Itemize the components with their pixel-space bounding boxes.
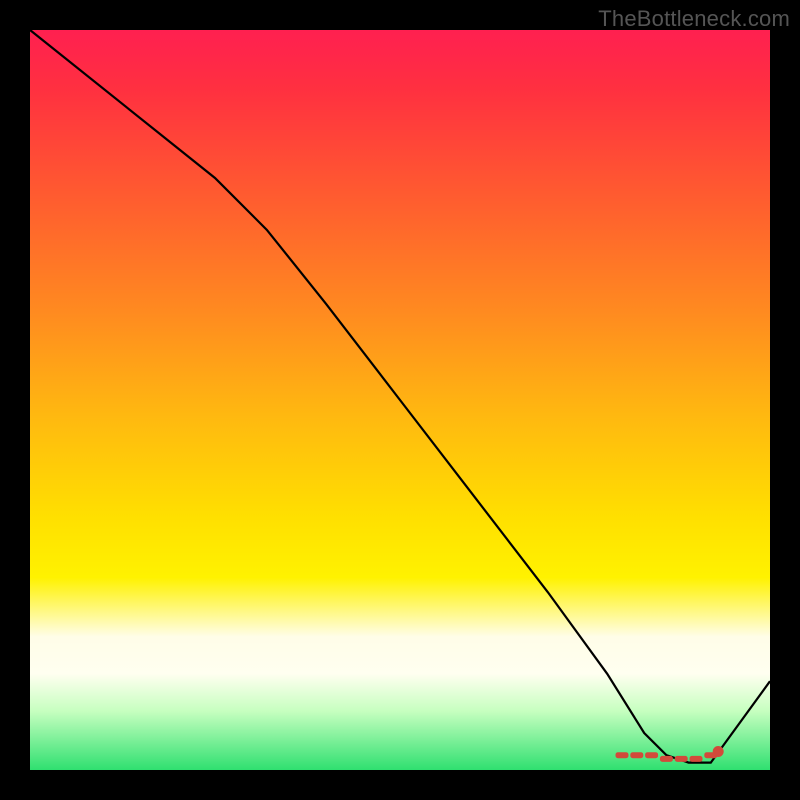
plot-area bbox=[30, 30, 770, 770]
optimal-marker-tail bbox=[713, 747, 723, 757]
optimal-marker bbox=[690, 756, 702, 761]
optimal-marker bbox=[675, 756, 687, 761]
optimal-marker bbox=[646, 753, 658, 758]
optimal-marker bbox=[616, 753, 628, 758]
attribution-label: TheBottleneck.com bbox=[598, 6, 790, 32]
optimal-marker bbox=[660, 756, 672, 761]
optimal-marker bbox=[631, 753, 643, 758]
optimal-range-markers bbox=[616, 747, 723, 762]
chart-frame: TheBottleneck.com bbox=[0, 0, 800, 800]
bottleneck-curve bbox=[30, 30, 770, 763]
chart-svg bbox=[30, 30, 770, 770]
